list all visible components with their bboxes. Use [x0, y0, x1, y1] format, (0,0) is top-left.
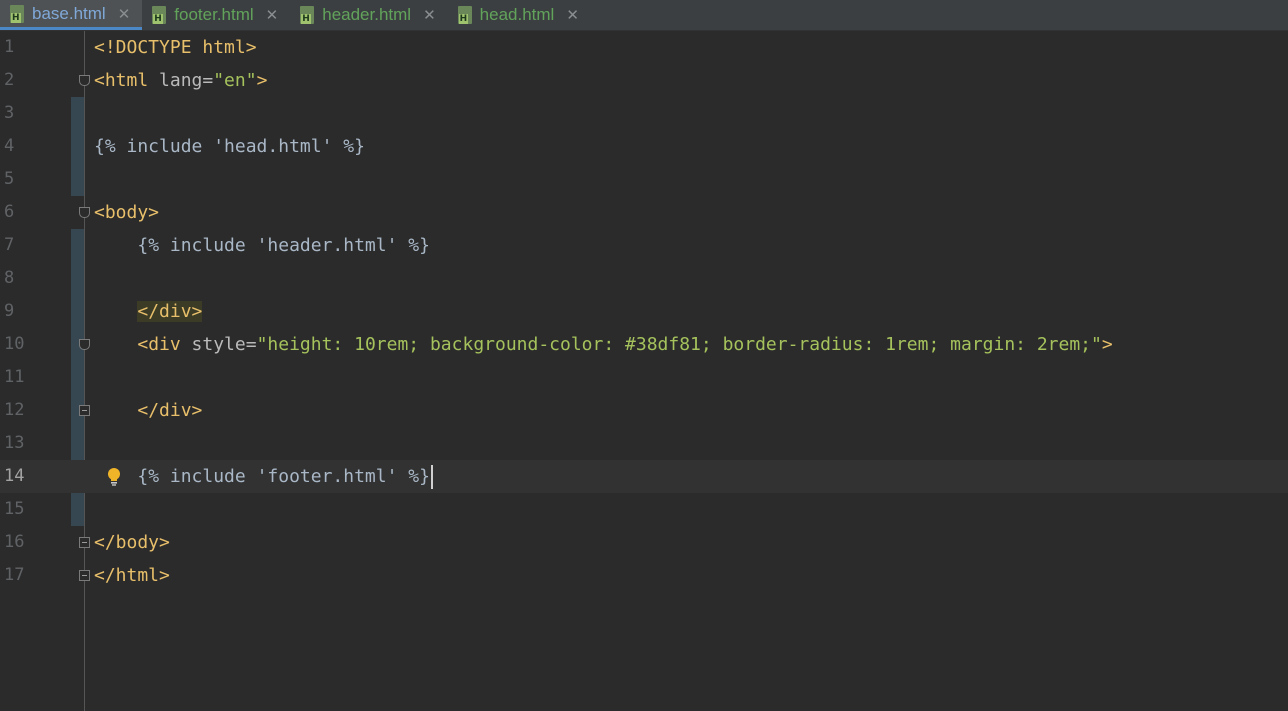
line-number[interactable]: 16 — [4, 526, 34, 559]
code-token: {% include 'footer.html' %} — [137, 466, 430, 487]
line-number[interactable]: 8 — [4, 262, 34, 295]
line-number[interactable]: 10 — [4, 328, 34, 361]
code-text[interactable]: </div> — [94, 394, 202, 427]
line-number[interactable]: 9 — [4, 295, 34, 328]
code-text[interactable]: </html> — [94, 559, 170, 592]
fold-toggle-icon[interactable] — [79, 405, 90, 416]
code-text[interactable]: </body> — [94, 526, 170, 559]
code-line[interactable]: 14 {% include 'footer.html' %} — [0, 460, 1288, 493]
code-token: > — [256, 70, 268, 91]
code-text[interactable]: {% include 'head.html' %} — [94, 130, 365, 163]
tab-label: header.html — [322, 5, 412, 24]
editor-tab-bar: base.html ✕ footer.html ✕ header.html ✕ … — [0, 0, 1288, 31]
code-token: {% include 'head.html' %} — [94, 136, 365, 157]
tab-label: base.html — [32, 3, 106, 23]
code-line[interactable]: 3 — [0, 97, 1288, 130]
text-cursor — [430, 465, 433, 489]
code-text[interactable]: <div style="height: 10rem; background-co… — [94, 328, 1113, 361]
line-number[interactable]: 15 — [4, 493, 34, 526]
line-number[interactable]: 1 — [4, 31, 34, 64]
close-icon[interactable]: ✕ — [118, 5, 131, 23]
line-number[interactable]: 13 — [4, 427, 34, 460]
fold-toggle-icon[interactable] — [79, 570, 90, 581]
fold-toggle-icon[interactable] — [79, 537, 90, 548]
code-line[interactable]: 6 <body> — [0, 196, 1288, 229]
tab-label: footer.html — [174, 5, 254, 24]
tab-base-html[interactable]: base.html ✕ — [0, 0, 143, 30]
code-line[interactable]: 15 — [0, 493, 1288, 526]
html-file-icon — [152, 6, 167, 24]
html-file-icon — [300, 6, 315, 24]
code-line[interactable]: 2 <html lang="en"> — [0, 64, 1288, 97]
code-line[interactable]: 16 </body> — [0, 526, 1288, 559]
code-text[interactable]: </div> — [94, 295, 203, 328]
html-file-icon — [457, 6, 472, 24]
line-number[interactable]: 2 — [4, 64, 34, 97]
line-number[interactable]: 17 — [4, 559, 34, 592]
line-number[interactable]: 12 — [4, 394, 34, 427]
code-token: <body> — [94, 202, 160, 223]
line-number[interactable]: 6 — [4, 196, 34, 229]
line-number[interactable]: 11 — [4, 361, 34, 394]
tab-label: head.html — [479, 5, 555, 24]
code-line[interactable]: 4 {% include 'head.html' %} — [0, 130, 1288, 163]
code-line[interactable]: 8 — [0, 262, 1288, 295]
line-number[interactable]: 3 — [4, 97, 34, 130]
code-line[interactable]: 5 — [0, 163, 1288, 196]
code-text[interactable]: <html lang="en"> — [94, 64, 267, 97]
fold-toggle-icon[interactable] — [79, 75, 90, 86]
code-editor[interactable]: 1 <!DOCTYPE html> 2 <html lang="en"> 3 4 {% in… — [0, 31, 1288, 711]
line-number[interactable]: 14 — [4, 460, 34, 493]
code-token: </html> — [94, 565, 170, 586]
code-token: </body> — [94, 532, 170, 553]
code-token: {% include 'header.html' %} — [137, 235, 430, 256]
tab-header-html[interactable]: header.html ✕ — [290, 0, 447, 30]
code-text[interactable]: {% include 'header.html' %} — [94, 229, 430, 262]
code-token: "en" — [213, 70, 257, 91]
code-line[interactable]: 11 — [0, 361, 1288, 394]
line-number[interactable]: 5 — [4, 163, 34, 196]
html-file-icon — [10, 4, 24, 23]
code-token: <html — [94, 70, 160, 91]
tab-head-html[interactable]: head.html ✕ — [448, 0, 591, 30]
code-token: </div> — [137, 400, 203, 421]
code-token: </div> — [137, 301, 203, 322]
code-token: lang= — [159, 70, 214, 91]
code-line[interactable]: 10 <div style="height: 10rem; background… — [0, 328, 1288, 361]
code-line[interactable]: 9 </div> — [0, 295, 1288, 328]
code-text[interactable]: {% include 'footer.html' %} — [94, 460, 433, 493]
code-token: <div — [137, 334, 192, 355]
code-line[interactable]: 12 </div> — [0, 394, 1288, 427]
close-icon[interactable]: ✕ — [266, 6, 279, 24]
code-line[interactable]: 7 {% include 'header.html' %} — [0, 229, 1288, 262]
code-token: > — [1101, 334, 1113, 355]
close-icon[interactable]: ✕ — [423, 6, 436, 24]
line-number[interactable]: 4 — [4, 130, 34, 163]
code-token: "height: 10rem; background-color: #38df8… — [256, 334, 1102, 355]
fold-toggle-icon[interactable] — [79, 207, 90, 218]
code-token: <!DOCTYPE html> — [94, 37, 257, 58]
close-icon[interactable]: ✕ — [566, 6, 579, 24]
code-line[interactable]: 17 </html> — [0, 559, 1288, 592]
code-token: style= — [191, 334, 257, 355]
code-line[interactable]: 13 — [0, 427, 1288, 460]
code-text[interactable]: <body> — [94, 196, 159, 229]
code-line[interactable]: 1 <!DOCTYPE html> — [0, 31, 1288, 64]
fold-toggle-icon[interactable] — [79, 339, 90, 350]
code-text[interactable]: <!DOCTYPE html> — [94, 31, 257, 64]
tab-footer-html[interactable]: footer.html ✕ — [142, 0, 290, 30]
line-number[interactable]: 7 — [4, 229, 34, 262]
